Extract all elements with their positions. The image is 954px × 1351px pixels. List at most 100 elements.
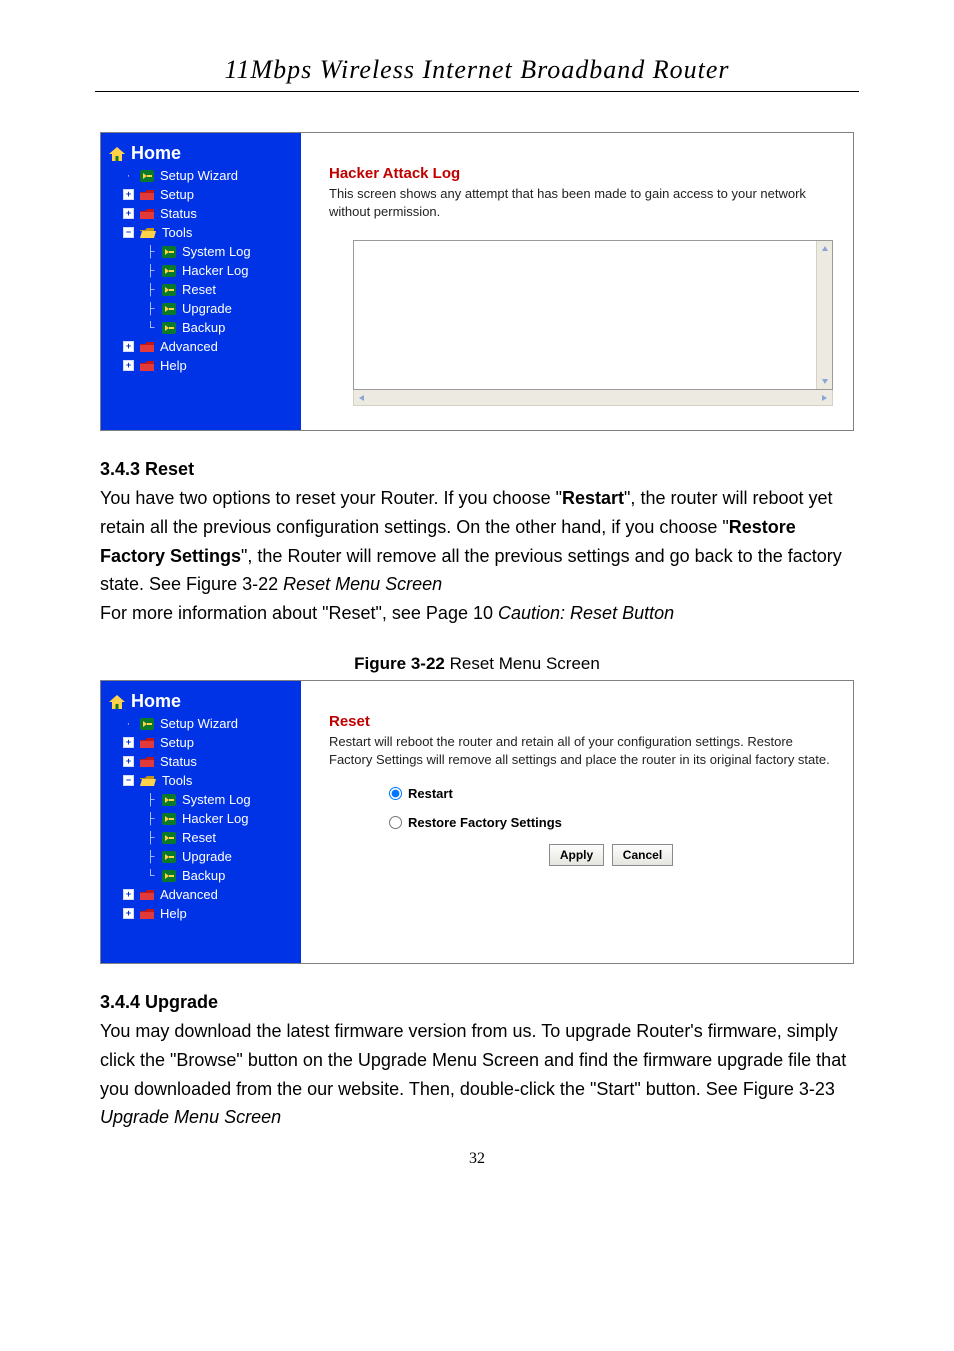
tree-line-icon: ├	[145, 303, 156, 315]
sidebar-item-label: Reset	[182, 282, 216, 297]
scroll-up-icon[interactable]	[817, 241, 832, 257]
arrow-icon	[162, 794, 176, 806]
sidebar-item-label: Help	[160, 906, 187, 921]
sidebar-item-hacker-log[interactable]: ├Hacker Log	[109, 261, 293, 280]
panel-title: Hacker Attack Log	[329, 165, 833, 182]
sidebar-item-reset[interactable]: ├Reset	[109, 828, 293, 847]
screenshot-reset: Home ·Setup Wizard + Setup + Status −Tools…	[100, 680, 854, 964]
tree-line-icon: ├	[145, 246, 156, 258]
sidebar-home[interactable]: Home	[109, 143, 293, 164]
sidebar-item-advanced[interactable]: + Advanced	[109, 885, 293, 904]
sidebar-item-label: Backup	[182, 320, 225, 335]
sidebar-item-label: Hacker Log	[182, 811, 248, 826]
folder-icon	[140, 360, 154, 372]
home-icon	[109, 147, 125, 161]
sidebar-item-label: System Log	[182, 244, 251, 259]
sidebar-item-tools[interactable]: − Tools	[109, 223, 293, 242]
arrow-icon	[162, 832, 176, 844]
cancel-button[interactable]: Cancel	[612, 844, 673, 866]
radio-option-restart[interactable]: Restart	[389, 786, 833, 801]
horizontal-scrollbar[interactable]	[353, 390, 833, 406]
arrow-icon	[162, 246, 176, 258]
sidebar-item-label: System Log	[182, 792, 251, 807]
sidebar-item-label: Setup	[160, 187, 194, 202]
sidebar-item-setup[interactable]: + Setup	[109, 733, 293, 752]
radio-restore[interactable]	[389, 816, 402, 829]
panel-main: Hacker Attack Log This screen shows any …	[301, 133, 853, 430]
tree-expand-icon[interactable]: +	[123, 737, 134, 748]
folder-open-icon	[140, 775, 156, 787]
folder-icon	[140, 908, 154, 920]
folder-icon	[140, 889, 154, 901]
tree-expand-icon[interactable]: +	[123, 889, 134, 900]
sidebar-item-upgrade[interactable]: ├ Upgrade	[109, 299, 293, 318]
sidebar-item-hacker-log[interactable]: ├Hacker Log	[109, 809, 293, 828]
sidebar-item-system-log[interactable]: ├ System Log	[109, 790, 293, 809]
tree-line-icon: ├	[145, 794, 156, 806]
scroll-down-icon[interactable]	[817, 373, 832, 389]
tree-expand-icon[interactable]: +	[123, 208, 134, 219]
sidebar-item-label: Tools	[162, 225, 192, 240]
sidebar-item-label: Setup	[160, 735, 194, 750]
sidebar-home[interactable]: Home	[109, 691, 293, 712]
sidebar-item-label: Upgrade	[182, 301, 232, 316]
tree-line-icon: ├	[145, 851, 156, 863]
tree-expand-icon[interactable]: +	[123, 341, 134, 352]
scroll-right-icon[interactable]	[816, 390, 832, 405]
arrow-icon	[162, 870, 176, 882]
tree-expand-icon[interactable]: +	[123, 756, 134, 767]
sidebar-item-label: Backup	[182, 868, 225, 883]
sidebar-item-label: Advanced	[160, 887, 218, 902]
scroll-left-icon[interactable]	[354, 390, 370, 405]
tree-expand-icon[interactable]: +	[123, 189, 134, 200]
arrow-icon	[162, 851, 176, 863]
sidebar-item-reset[interactable]: ├ Reset	[109, 280, 293, 299]
sidebar-item-status[interactable]: + Status	[109, 752, 293, 771]
panel-description: This screen shows any attempt that has b…	[329, 185, 833, 220]
sidebar-item-setup[interactable]: + Setup	[109, 185, 293, 204]
sidebar-item-help[interactable]: + Help	[109, 904, 293, 923]
sidebar-item-upgrade[interactable]: ├ Upgrade	[109, 847, 293, 866]
folder-icon	[140, 756, 154, 768]
radio-option-restore[interactable]: Restore Factory Settings	[389, 815, 833, 830]
sidebar-item-help[interactable]: +Help	[109, 356, 293, 375]
sidebar-item-status[interactable]: +Status	[109, 204, 293, 223]
tree-expand-icon[interactable]: +	[123, 360, 134, 371]
folder-icon	[140, 189, 154, 201]
sidebar-item-tools[interactable]: −Tools	[109, 771, 293, 790]
home-icon	[109, 695, 125, 709]
page-header-rule	[95, 91, 859, 92]
sidebar-item-label: Upgrade	[182, 849, 232, 864]
sidebar-item-setup-wizard[interactable]: ·Setup Wizard	[109, 166, 293, 185]
sidebar-item-label: Hacker Log	[182, 263, 248, 278]
sidebar-item-backup[interactable]: └Backup	[109, 866, 293, 885]
page-number: 32	[0, 1150, 954, 1168]
sidebar: Home ·Setup Wizard + Setup +Status − Tools…	[101, 133, 301, 430]
vertical-scrollbar[interactable]	[816, 241, 832, 389]
tree-collapse-icon[interactable]: −	[123, 227, 134, 238]
tree-line-icon: ├	[145, 284, 156, 296]
radio-restart[interactable]	[389, 787, 402, 800]
sidebar-item-advanced[interactable]: +Advanced	[109, 337, 293, 356]
sidebar-item-label: Status	[160, 754, 197, 769]
arrow-icon	[162, 303, 176, 315]
tree-collapse-icon[interactable]: −	[123, 775, 134, 786]
sidebar-home-label: Home	[131, 691, 181, 712]
sidebar-item-backup[interactable]: └Backup	[109, 318, 293, 337]
tree-expand-icon[interactable]: +	[123, 908, 134, 919]
arrow-icon	[162, 322, 176, 334]
panel-description: Restart will reboot the router and retai…	[329, 733, 833, 768]
sidebar-home-label: Home	[131, 143, 181, 164]
folder-icon	[140, 737, 154, 749]
arrow-icon	[162, 813, 176, 825]
screenshot-hacker-log: Home ·Setup Wizard + Setup +Status − Tools…	[100, 132, 854, 431]
panel-title: Reset	[329, 713, 833, 730]
apply-button[interactable]: Apply	[549, 844, 604, 866]
tree-dot-icon: ·	[123, 718, 134, 730]
sidebar-item-system-log[interactable]: ├ System Log	[109, 242, 293, 261]
log-textarea[interactable]	[353, 240, 833, 390]
sidebar-item-setup-wizard[interactable]: ·Setup Wizard	[109, 714, 293, 733]
section-body-reset: You have two options to reset your Route…	[100, 484, 854, 628]
panel-main: Reset Restart will reboot the router and…	[301, 681, 853, 963]
tree-dot-icon: ·	[123, 170, 134, 182]
